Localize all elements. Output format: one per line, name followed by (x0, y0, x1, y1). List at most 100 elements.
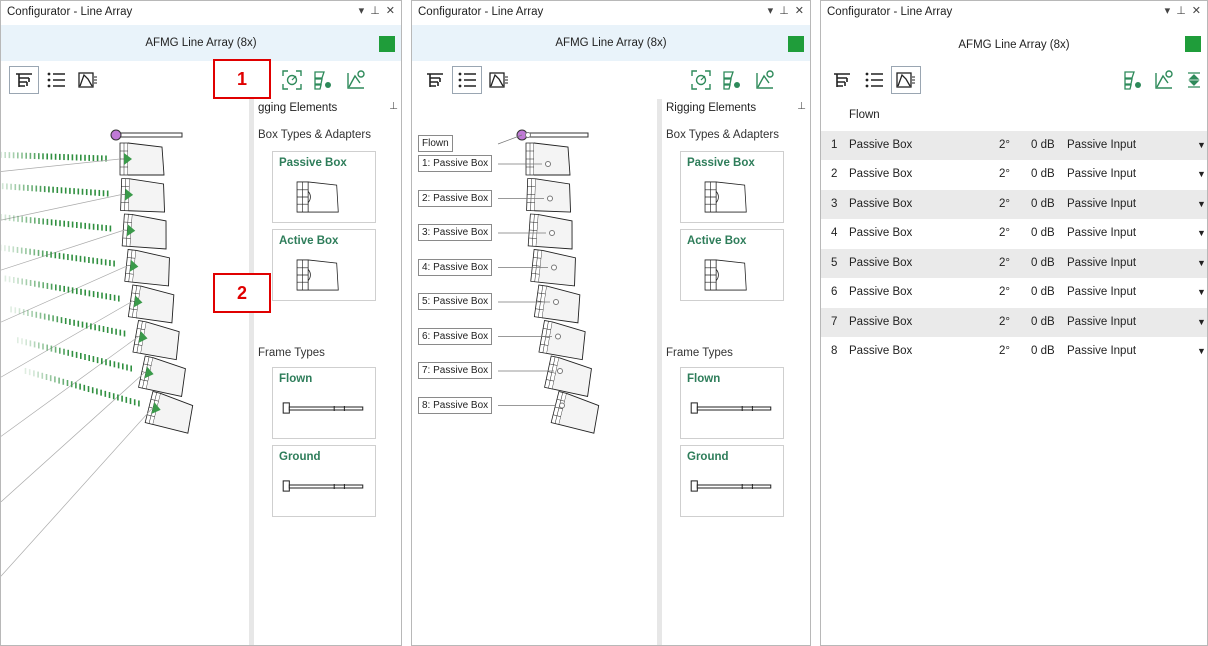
ground-frame-icon (681, 474, 783, 498)
table-row[interactable]: 6 Passive Box 2° 0 dB Passive Input ▼ (821, 278, 1207, 308)
row-gain[interactable]: 0 dB (1031, 345, 1055, 357)
pin-icon[interactable]: ⊥ (779, 4, 789, 17)
row-input[interactable]: Passive Input (1067, 198, 1136, 210)
row-input[interactable]: Passive Input (1067, 168, 1136, 180)
status-indicator[interactable] (788, 36, 804, 52)
row-angle[interactable]: 2° (999, 286, 1010, 298)
chart-settings-icon (1153, 69, 1175, 91)
rigging-view-button[interactable] (827, 66, 857, 94)
flown-frame-tile[interactable]: Flown (272, 367, 376, 439)
row-input[interactable]: Passive Input (1067, 345, 1136, 357)
input-dropdown-icon[interactable]: ▼ (1197, 169, 1206, 179)
dropdown-icon[interactable]: ▾ (359, 4, 365, 17)
row-angle[interactable]: 2° (999, 316, 1010, 328)
flown-frame-label[interactable]: Flown (418, 135, 453, 152)
pin-icon[interactable]: ⊥ (370, 4, 380, 17)
chart-settings-button[interactable] (1149, 66, 1179, 94)
input-dropdown-icon[interactable]: ▼ (1197, 287, 1206, 297)
input-dropdown-icon[interactable]: ▼ (1197, 228, 1206, 238)
dropdown-icon[interactable]: ▾ (1165, 4, 1171, 17)
expand-collapse-button[interactable] (1179, 66, 1208, 94)
box-label[interactable]: 5: Passive Box (418, 293, 493, 310)
speaker-settings-button[interactable] (1117, 66, 1147, 94)
flown-frame-tile[interactable]: Flown (680, 367, 784, 439)
row-gain[interactable]: 0 dB (1031, 227, 1055, 239)
row-angle[interactable]: 2° (999, 257, 1010, 269)
dropdown-icon[interactable]: ▾ (768, 4, 774, 17)
status-indicator[interactable] (1185, 36, 1201, 52)
row-gain[interactable]: 0 dB (1031, 168, 1055, 180)
pane-pin-icon[interactable]: ⊥ (389, 101, 398, 112)
table-row[interactable]: 1 Passive Box 2° 0 dB Passive Input ▼ (821, 130, 1207, 160)
list-view-button[interactable] (452, 66, 482, 94)
focus-icon (690, 69, 712, 91)
pin-icon[interactable]: ⊥ (1176, 4, 1186, 17)
table-row[interactable]: 7 Passive Box 2° 0 dB Passive Input ▼ (821, 307, 1207, 337)
input-dropdown-icon[interactable]: ▼ (1197, 199, 1206, 209)
response-view-button[interactable] (73, 66, 103, 94)
table-row[interactable]: 8 Passive Box 2° 0 dB Passive Input ▼ (821, 337, 1207, 367)
box-label[interactable]: 1: Passive Box (418, 155, 493, 172)
rigging-view-button[interactable] (420, 66, 450, 94)
table-row[interactable]: 5 Passive Box 2° 0 dB Passive Input ▼ (821, 248, 1207, 278)
box-body (136, 285, 175, 324)
row-angle[interactable]: 2° (999, 139, 1010, 151)
box-label[interactable]: 6: Passive Box (418, 327, 493, 345)
element-table: Flown 1 Passive Box 2° 0 dB Passive Input ▼ 2 P… (821, 101, 1207, 367)
row-number: 6 (831, 286, 838, 298)
row-input[interactable]: Passive Input (1067, 139, 1136, 151)
active-box-tile[interactable]: Active Box (272, 229, 376, 301)
speaker-settings-button[interactable] (307, 66, 337, 94)
box-label[interactable]: 4: Passive Box (418, 258, 493, 276)
input-dropdown-icon[interactable]: ▼ (1197, 140, 1206, 150)
input-dropdown-icon[interactable]: ▼ (1197, 346, 1206, 356)
array-box (132, 320, 180, 361)
row-gain[interactable]: 0 dB (1031, 286, 1055, 298)
row-angle[interactable]: 2° (999, 198, 1010, 210)
box-label[interactable]: 7: Passive Box (418, 362, 493, 379)
chart-settings-icon (345, 69, 367, 91)
table-row[interactable]: 2 Passive Box 2° 0 dB Passive Input ▼ (821, 160, 1207, 190)
list-view-button[interactable] (41, 66, 71, 94)
row-input[interactable]: Passive Input (1067, 316, 1136, 328)
input-dropdown-icon[interactable]: ▼ (1197, 258, 1206, 268)
array-box (550, 391, 600, 434)
table-row[interactable]: 3 Passive Box 2° 0 dB Passive Input ▼ (821, 189, 1207, 219)
close-icon[interactable]: ✕ (1192, 4, 1201, 17)
status-indicator[interactable] (379, 36, 395, 52)
array-canvas[interactable] (1, 99, 249, 645)
list-view-button[interactable] (859, 66, 889, 94)
row-gain[interactable]: 0 dB (1031, 198, 1055, 210)
close-icon[interactable]: ✕ (795, 4, 804, 17)
chart-settings-button[interactable] (750, 66, 780, 94)
row-input[interactable]: Passive Input (1067, 257, 1136, 269)
speaker-settings-button[interactable] (716, 66, 746, 94)
response-view-button[interactable] (891, 66, 921, 94)
focus-button[interactable] (686, 66, 716, 94)
box-label[interactable]: 3: Passive Box (418, 224, 493, 241)
row-gain[interactable]: 0 dB (1031, 257, 1055, 269)
passive-box-tile[interactable]: Passive Box (272, 151, 376, 223)
row-gain[interactable]: 0 dB (1031, 139, 1055, 151)
row-angle[interactable]: 2° (999, 227, 1010, 239)
response-view-button[interactable] (484, 66, 514, 94)
focus-button[interactable] (277, 66, 307, 94)
row-angle[interactable]: 2° (999, 168, 1010, 180)
chart-settings-button[interactable] (341, 66, 371, 94)
rigging-view-button[interactable] (9, 66, 39, 94)
row-angle[interactable]: 2° (999, 345, 1010, 357)
active-box-tile[interactable]: Active Box (680, 229, 784, 301)
table-row[interactable]: 4 Passive Box 2° 0 dB Passive Input ▼ (821, 219, 1207, 249)
array-canvas[interactable]: Flown 1: Passive Box 2: Passive Box 3: Pass… (412, 99, 657, 645)
close-icon[interactable]: ✕ (386, 4, 395, 17)
pane-pin-icon[interactable]: ⊥ (797, 101, 806, 112)
box-label[interactable]: 2: Passive Box (418, 189, 493, 207)
row-gain[interactable]: 0 dB (1031, 316, 1055, 328)
ground-frame-tile[interactable]: Ground (272, 445, 376, 517)
row-input[interactable]: Passive Input (1067, 286, 1136, 298)
input-dropdown-icon[interactable]: ▼ (1197, 317, 1206, 327)
box-label[interactable]: 8: Passive Box (418, 396, 493, 414)
row-input[interactable]: Passive Input (1067, 227, 1136, 239)
passive-box-tile[interactable]: Passive Box (680, 151, 784, 223)
ground-frame-tile[interactable]: Ground (680, 445, 784, 517)
